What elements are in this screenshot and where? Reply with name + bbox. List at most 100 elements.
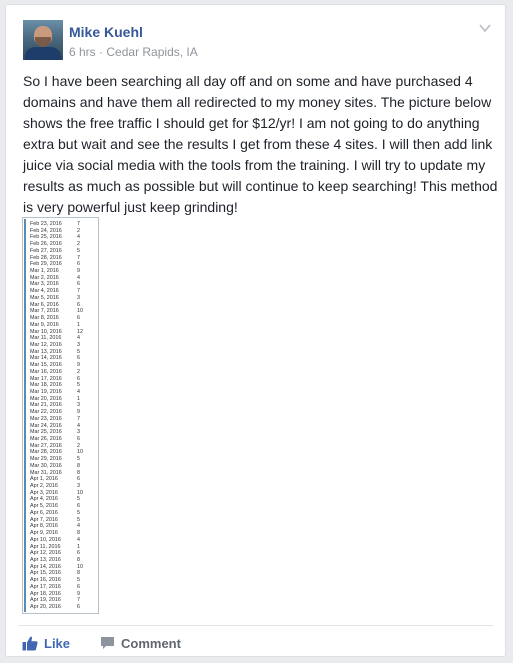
spreadsheet-row: Mar 21, 2016 3 (30, 402, 96, 409)
spreadsheet-row: Feb 28, 2016 7 (30, 255, 96, 262)
row-visits: 6 (77, 583, 80, 590)
post-body: So I have been searching all day off and… (23, 73, 498, 215)
row-visits: 6 (77, 301, 80, 308)
row-visits: 8 (77, 469, 80, 476)
row-visits: 6 (77, 355, 80, 362)
spreadsheet-row: Apr 10, 2016 4 (30, 537, 96, 544)
row-date: Apr 5, 2016 (30, 503, 58, 510)
row-visits: 4 (77, 274, 80, 281)
spreadsheet-row: Apr 13, 2016 8 (30, 557, 96, 564)
spreadsheet-row: Mar 3, 2016 6 (30, 281, 96, 288)
row-date: Mar 26, 2016 (30, 436, 62, 442)
row-visits: 7 (77, 415, 80, 422)
row-date: Mar 3, 2016 (30, 281, 59, 288)
row-date: Mar 31, 2016 (30, 469, 62, 476)
row-visits: 6 (77, 503, 80, 510)
row-date: Apr 7, 2016 (30, 516, 58, 523)
spreadsheet-row: Mar 19, 2016 4 (30, 389, 96, 396)
row-visits: 6 (77, 281, 80, 288)
post-location[interactable]: Cedar Rapids, IA (106, 45, 197, 59)
row-date: Mar 22, 2016 (30, 409, 62, 416)
row-visits: 10 (77, 489, 83, 496)
post-time[interactable]: 6 hrs (69, 45, 96, 59)
row-date: Apr 8, 2016 (30, 523, 58, 530)
spreadsheet-row: Feb 24, 2016 2 (30, 228, 96, 235)
row-visits: 12 (77, 328, 83, 335)
row-date: Mar 1, 2016 (30, 268, 59, 275)
chevron-down-icon[interactable] (479, 23, 491, 33)
row-date: Mar 27, 2016 (30, 442, 62, 449)
post-card: Mike Kuehl 6 hrs · Cedar Rapids, IA So I… (5, 4, 506, 657)
row-date: Mar 17, 2016 (30, 375, 62, 382)
row-visits: 9 (77, 362, 80, 369)
row-date: Mar 25, 2016 (30, 429, 62, 436)
spreadsheet-row: Mar 31, 2016 8 (30, 470, 96, 477)
comment-button[interactable]: Comment (100, 631, 181, 655)
row-date: Apr 2, 2016 (30, 483, 58, 490)
spreadsheet-row: Mar 2, 2016 4 (30, 275, 96, 282)
row-visits: 10 (77, 563, 83, 570)
spreadsheet-row: Mar 24, 2016 4 (30, 423, 96, 430)
spreadsheet-rows: Feb 23, 2016 7 Feb 24, 2016 2 Feb 25, 2016 4 F… (30, 221, 96, 611)
row-visits: 1 (77, 321, 80, 328)
spreadsheet-row: Feb 26, 2016 2 (30, 241, 96, 248)
spreadsheet-row: Mar 7, 2016 10 (30, 308, 96, 315)
row-visits: 5 (77, 456, 80, 463)
row-date: Apr 4, 2016 (30, 496, 58, 503)
row-visits: 9 (77, 268, 80, 275)
spreadsheet-row: Mar 8, 2016 6 (30, 315, 96, 322)
row-visits: 5 (77, 509, 80, 516)
spreadsheet-row: Apr 11, 2016 1 (30, 544, 96, 551)
row-visits: 6 (77, 261, 80, 268)
row-visits: 2 (77, 241, 80, 248)
row-date: Feb 27, 2016 (30, 247, 62, 254)
spreadsheet-row: Mar 11, 2016 4 (30, 335, 96, 342)
like-button[interactable]: Like (22, 631, 70, 655)
spreadsheet-row: Apr 16, 2016 5 (30, 577, 96, 584)
avatar[interactable] (23, 20, 63, 60)
row-date: Mar 29, 2016 (30, 456, 62, 463)
spreadsheet-row: Mar 12, 2016 3 (30, 342, 96, 349)
row-date: Mar 7, 2016 (30, 308, 59, 315)
spreadsheet-row: Mar 18, 2016 5 (30, 382, 96, 389)
traffic-spreadsheet-image[interactable]: Feb 23, 2016 7 Feb 24, 2016 2 Feb 25, 2016 4 F… (22, 217, 99, 614)
spreadsheet-row: Mar 25, 2016 3 (30, 429, 96, 436)
row-visits: 6 (77, 375, 80, 382)
spreadsheet-row: Mar 10, 2016 12 (30, 329, 96, 336)
row-visits: 6 (77, 476, 80, 483)
author-name[interactable]: Mike Kuehl (69, 24, 143, 40)
speech-bubble-icon (101, 637, 114, 649)
spreadsheet-selection-bar (24, 219, 26, 612)
spreadsheet-row: Mar 22, 2016 9 (30, 409, 96, 416)
comment-label: Comment (121, 635, 181, 651)
spreadsheet-row: Apr 7, 2016 5 (30, 517, 96, 524)
row-date: Apr 6, 2016 (30, 509, 58, 516)
avatar-beard (35, 37, 51, 47)
row-date: Mar 8, 2016 (30, 315, 59, 322)
row-visits: 10 (77, 308, 83, 315)
row-date: Feb 28, 2016 (30, 254, 62, 261)
spreadsheet-row: Mar 30, 2016 8 (30, 463, 96, 470)
spreadsheet-row: Mar 27, 2016 2 (30, 443, 96, 450)
row-date: Mar 13, 2016 (30, 348, 62, 355)
row-visits: 7 (77, 288, 80, 295)
row-date: Mar 16, 2016 (30, 368, 62, 375)
row-date: Apr 14, 2016 (30, 563, 61, 570)
row-date: Mar 18, 2016 (30, 382, 62, 389)
spreadsheet-row: Apr 15, 2016 8 (30, 570, 96, 577)
row-visits: 1 (77, 395, 80, 402)
post-meta: 6 hrs · Cedar Rapids, IA (69, 45, 198, 59)
row-visits: 7 (77, 221, 80, 227)
row-date: Mar 19, 2016 (30, 388, 62, 395)
spreadsheet-row: Apr 14, 2016 10 (30, 564, 96, 571)
row-visits: 2 (77, 227, 80, 234)
spreadsheet-row: Mar 1, 2016 9 (30, 268, 96, 275)
row-visits: 7 (77, 254, 80, 261)
row-date: Mar 11, 2016 (30, 335, 62, 342)
row-date: Feb 29, 2016 (30, 261, 62, 268)
row-date: Apr 12, 2016 (30, 550, 61, 557)
row-visits: 9 (77, 590, 80, 597)
row-visits: 4 (77, 523, 80, 530)
spreadsheet-row: Mar 14, 2016 6 (30, 355, 96, 362)
row-visits: 8 (77, 530, 80, 537)
